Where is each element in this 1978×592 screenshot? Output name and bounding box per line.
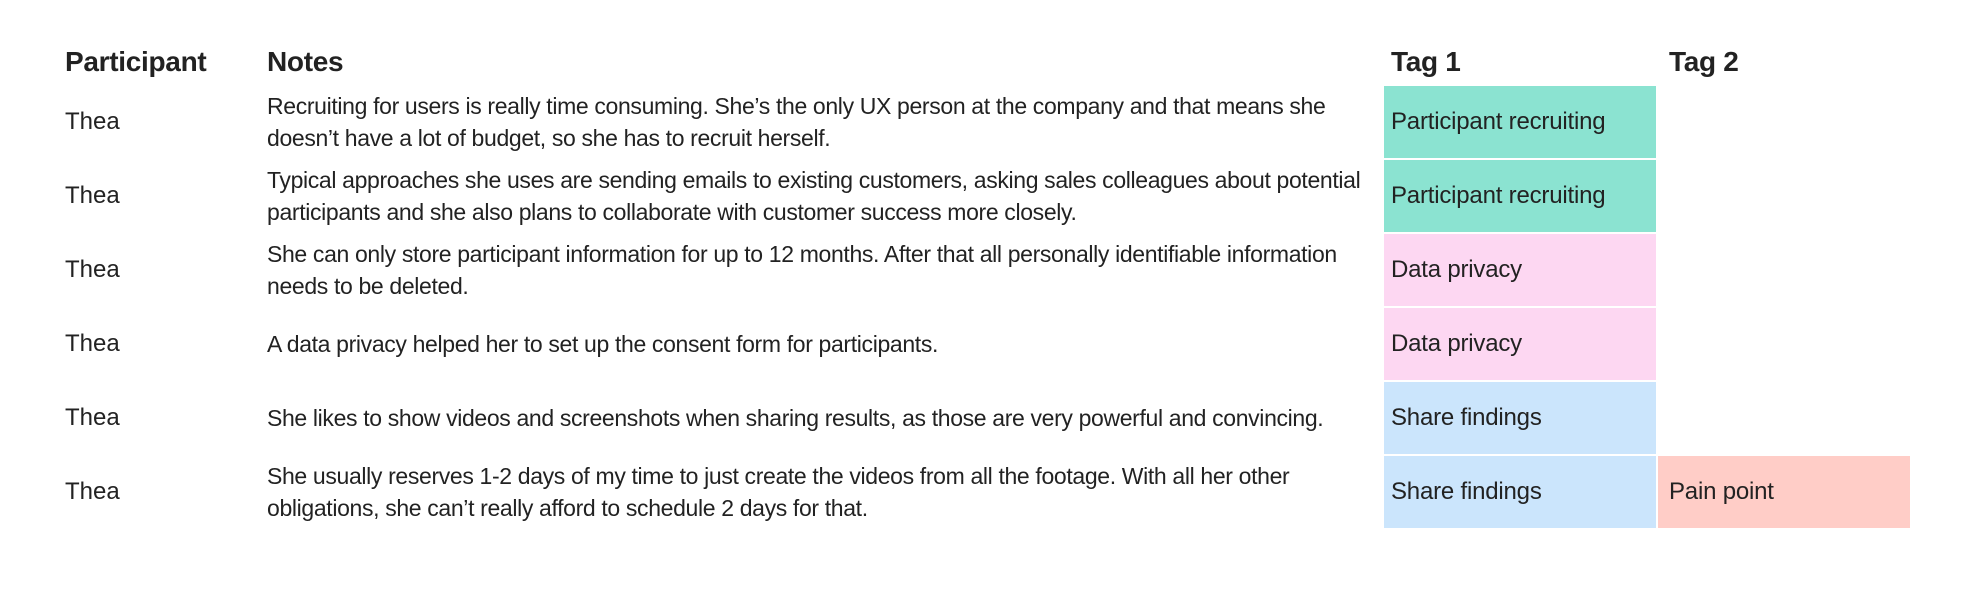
participant-cell-text: Thea: [65, 404, 120, 431]
notes-cell-text: Typical approaches she uses are sending …: [267, 167, 1361, 225]
notes-cell-text: A data privacy helped her to set up the …: [267, 331, 939, 357]
tag1-cell[interactable]: Data privacy: [1384, 308, 1656, 380]
tag2-cell[interactable]: [1658, 234, 1910, 306]
notes-cell-text: She usually reserves 1-2 days of my time…: [267, 463, 1290, 521]
tag1-cell[interactable]: Share findings: [1384, 382, 1656, 454]
notes-cell-text: She likes to show videos and screenshots…: [267, 405, 1324, 431]
participant-cell-text: Thea: [65, 478, 120, 505]
notes-cell: She likes to show videos and screenshots…: [267, 382, 1379, 454]
participant-cell: Thea: [65, 308, 255, 380]
tag1-cell-text: Share findings: [1391, 404, 1542, 431]
notes-cell: A data privacy helped her to set up the …: [267, 308, 1379, 380]
header-notes: Notes: [267, 46, 344, 77]
tag1-cell-text: Participant recruiting: [1391, 182, 1606, 209]
tag2-cell-text: Pain point: [1669, 478, 1774, 505]
tag2-cell[interactable]: [1658, 382, 1910, 454]
header-tag2: Tag 2: [1669, 46, 1739, 77]
tag1-cell-text: Data privacy: [1391, 330, 1522, 357]
tag2-cell[interactable]: [1658, 86, 1910, 158]
participant-cell: Thea: [65, 382, 255, 454]
table-row: Thea Typical approaches she uses are send…: [0, 160, 1978, 232]
notes-cell: Typical approaches she uses are sending …: [267, 160, 1379, 232]
tag1-cell-text: Participant recruiting: [1391, 108, 1606, 135]
tag1-cell-text: Data privacy: [1391, 256, 1522, 283]
participant-cell-text: Thea: [65, 256, 120, 283]
participant-cell: Thea: [65, 160, 255, 232]
notes-cell: Recruiting for users is really time cons…: [267, 86, 1379, 158]
table-row: Thea A data privacy helped her to set up …: [0, 308, 1978, 380]
header-participant: Participant: [65, 46, 207, 77]
table-row: Thea Recruiting for users is really time …: [0, 86, 1978, 158]
notes-cell-text: She can only store participant informati…: [267, 241, 1337, 299]
tag1-cell[interactable]: Participant recruiting: [1384, 86, 1656, 158]
header-tag1: Tag 1: [1391, 46, 1461, 77]
tag2-cell[interactable]: [1658, 160, 1910, 232]
table-row: Thea She can only store participant infor…: [0, 234, 1978, 306]
participant-cell: Thea: [65, 234, 255, 306]
participant-cell-text: Thea: [65, 330, 120, 357]
notes-cell: She usually reserves 1-2 days of my time…: [267, 456, 1379, 528]
participant-cell-text: Thea: [65, 108, 120, 135]
tag1-cell[interactable]: Participant recruiting: [1384, 160, 1656, 232]
participant-cell-text: Thea: [65, 182, 120, 209]
tag1-cell[interactable]: Share findings: [1384, 456, 1656, 528]
participant-cell: Thea: [65, 86, 255, 158]
tag1-cell-text: Share findings: [1391, 478, 1542, 505]
notes-cell-text: Recruiting for users is really time cons…: [267, 93, 1326, 151]
tag2-cell[interactable]: Pain point: [1658, 456, 1910, 528]
table-row: Thea She usually reserves 1-2 days of my …: [0, 456, 1978, 528]
table-row: Thea She likes to show videos and screens…: [0, 382, 1978, 454]
tag1-cell[interactable]: Data privacy: [1384, 234, 1656, 306]
notes-cell: She can only store participant informati…: [267, 234, 1379, 306]
tag2-cell[interactable]: [1658, 308, 1910, 380]
participant-cell: Thea: [65, 456, 255, 528]
